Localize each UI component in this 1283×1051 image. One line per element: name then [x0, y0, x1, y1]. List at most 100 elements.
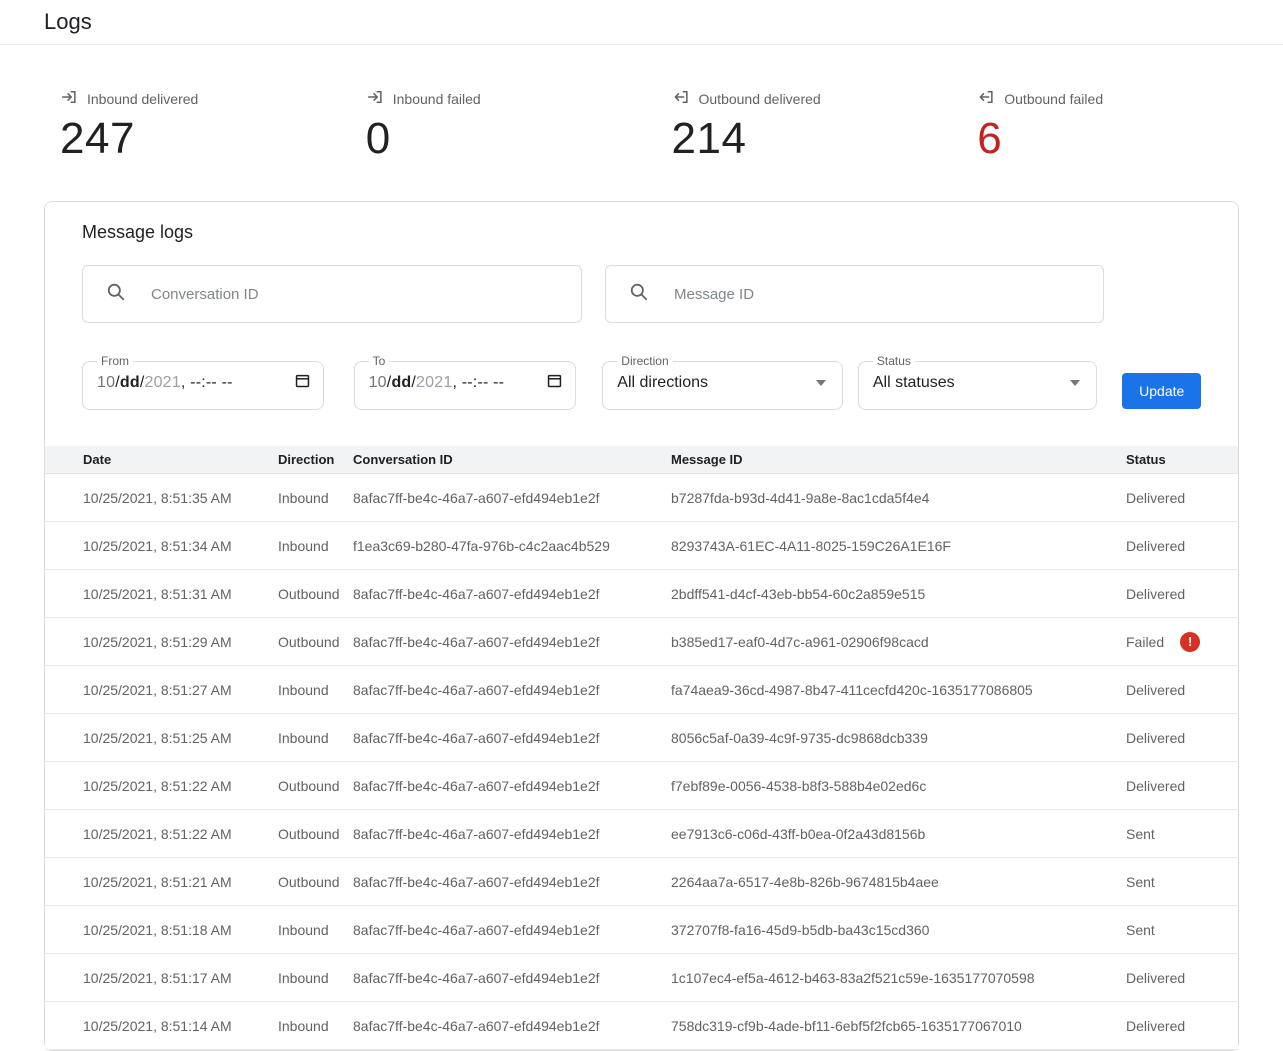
direction-cell: Outbound	[278, 778, 353, 794]
stat-inbound-delivered: Inbound delivered 247	[60, 88, 366, 163]
direction-cell: Inbound	[278, 922, 353, 938]
date-cell: 10/25/2021, 8:51:35 AM	[83, 490, 278, 506]
search-icon	[106, 282, 126, 307]
status-cell: Delivered	[1126, 778, 1238, 794]
filter-row: From 10/dd/2021, --:-- -- To 10/dd/2021,…	[82, 355, 1201, 410]
direction-cell: Inbound	[278, 538, 353, 554]
direction-cell: Inbound	[278, 1018, 353, 1034]
status-cell: Delivered	[1126, 1018, 1238, 1034]
table-row: 10/25/2021, 8:51:25 AM Inbound 8afac7ff-…	[45, 714, 1238, 762]
date-cell: 10/25/2021, 8:51:27 AM	[83, 682, 278, 698]
table-row: 10/25/2021, 8:51:22 AM Outbound 8afac7ff…	[45, 762, 1238, 810]
table-row: 10/25/2021, 8:51:14 AM Inbound 8afac7ff-…	[45, 1002, 1238, 1050]
conversation-id-input[interactable]	[149, 285, 565, 304]
direction-select[interactable]: Direction All directions	[602, 355, 843, 410]
conversation-id-cell: 8afac7ff-be4c-46a7-a607-efd494eb1e2f	[353, 586, 671, 602]
message-id-cell: f7ebf89e-0056-4538-b8f3-588b4e02ed6c	[671, 778, 1126, 794]
status-cell: Delivered	[1126, 682, 1238, 698]
message-id-input[interactable]	[672, 285, 1087, 304]
date-cell: 10/25/2021, 8:51:18 AM	[83, 922, 278, 938]
message-id-cell: 8056c5af-0a39-4c9f-9735-dc9868dcb339	[671, 730, 1126, 746]
status-select[interactable]: Status All statuses	[858, 355, 1098, 410]
message-logs-table: Date Direction Conversation ID Message I…	[45, 446, 1238, 1050]
top-bar: Logs	[0, 0, 1283, 45]
header-direction: Direction	[278, 452, 353, 467]
message-id-cell: 2264aa7a-6517-4e8b-826b-9674815b4aee	[671, 874, 1126, 890]
stat-value: 214	[672, 115, 978, 163]
calendar-icon[interactable]	[294, 372, 311, 394]
direction-cell: Inbound	[278, 970, 353, 986]
status-text: Failed	[1126, 634, 1164, 650]
date-cell: 10/25/2021, 8:51:25 AM	[83, 730, 278, 746]
table-row: 10/25/2021, 8:51:34 AM Inbound f1ea3c69-…	[45, 522, 1238, 570]
date-cell: 10/25/2021, 8:51:31 AM	[83, 586, 278, 602]
message-id-cell: b7287fda-b93d-4d41-9a8e-8ac1cda5f4e4	[671, 490, 1126, 506]
page-title: Logs	[44, 9, 92, 35]
status-text: Delivered	[1126, 1018, 1185, 1034]
status-text: Sent	[1126, 922, 1155, 938]
date-cell: 10/25/2021, 8:51:21 AM	[83, 874, 278, 890]
direction-label: Direction	[617, 355, 672, 367]
direction-cell: Inbound	[278, 730, 353, 746]
message-logs-card: Message logs From 10/dd/2021, --:-- --	[44, 201, 1239, 1051]
table-header: Date Direction Conversation ID Message I…	[45, 446, 1238, 474]
to-date-field[interactable]: To 10/dd/2021, --:-- --	[354, 355, 577, 410]
conversation-id-cell: 8afac7ff-be4c-46a7-a607-efd494eb1e2f	[353, 730, 671, 746]
direction-cell: Inbound	[278, 490, 353, 506]
outbound-icon	[977, 88, 995, 109]
chevron-down-icon	[816, 380, 826, 386]
status-cell: Sent	[1126, 874, 1238, 890]
to-date-value[interactable]: 10/dd/2021, --:-- --	[369, 374, 505, 392]
status-text: Delivered	[1126, 730, 1185, 746]
conversation-id-search[interactable]	[82, 265, 582, 323]
status-cell: Delivered	[1126, 490, 1238, 506]
direction-cell: Inbound	[278, 682, 353, 698]
status-cell: Failed !	[1126, 632, 1238, 652]
date-cell: 10/25/2021, 8:51:29 AM	[83, 634, 278, 650]
inbound-icon	[60, 88, 78, 109]
from-date-value[interactable]: 10/dd/2021, --:-- --	[97, 374, 233, 392]
date-cell: 10/25/2021, 8:51:22 AM	[83, 778, 278, 794]
table-row: 10/25/2021, 8:51:29 AM Outbound 8afac7ff…	[45, 618, 1238, 666]
status-cell: Delivered	[1126, 586, 1238, 602]
stat-value: 6	[977, 115, 1283, 163]
conversation-id-cell: 8afac7ff-be4c-46a7-a607-efd494eb1e2f	[353, 874, 671, 890]
stat-label: Outbound delivered	[699, 91, 821, 107]
stat-label: Inbound failed	[393, 91, 481, 107]
date-cell: 10/25/2021, 8:51:17 AM	[83, 970, 278, 986]
conversation-id-cell: 8afac7ff-be4c-46a7-a607-efd494eb1e2f	[353, 778, 671, 794]
from-label: From	[97, 355, 133, 367]
message-id-cell: 758dc319-cf9b-4ade-bf11-6ebf5f2fcb65-163…	[671, 1018, 1126, 1034]
calendar-icon[interactable]	[546, 372, 563, 394]
search-row	[82, 265, 1201, 323]
conversation-id-cell: 8afac7ff-be4c-46a7-a607-efd494eb1e2f	[353, 826, 671, 842]
status-text: Delivered	[1126, 586, 1185, 602]
message-id-cell: 2bdff541-d4cf-43eb-bb54-60c2a859e515	[671, 586, 1126, 602]
direction-cell: Outbound	[278, 874, 353, 890]
message-id-cell: fa74aea9-36cd-4987-8b47-411cecfd420c-163…	[671, 682, 1126, 698]
from-date-field[interactable]: From 10/dd/2021, --:-- --	[82, 355, 324, 410]
status-cell: Delivered	[1126, 970, 1238, 986]
conversation-id-cell: 8afac7ff-be4c-46a7-a607-efd494eb1e2f	[353, 970, 671, 986]
date-cell: 10/25/2021, 8:51:34 AM	[83, 538, 278, 554]
update-button[interactable]: Update	[1122, 373, 1201, 409]
conversation-id-cell: 8afac7ff-be4c-46a7-a607-efd494eb1e2f	[353, 682, 671, 698]
status-cell: Delivered	[1126, 538, 1238, 554]
status-text: Sent	[1126, 874, 1155, 890]
status-text: Sent	[1126, 826, 1155, 842]
search-icon	[629, 282, 649, 307]
inbound-icon	[366, 88, 384, 109]
table-row: 10/25/2021, 8:51:18 AM Inbound 8afac7ff-…	[45, 906, 1238, 954]
message-id-cell: 8293743A-61EC-4A11-8025-159C26A1E16F	[671, 538, 1126, 554]
table-body: 10/25/2021, 8:51:35 AM Inbound 8afac7ff-…	[45, 474, 1238, 1050]
date-cell: 10/25/2021, 8:51:22 AM	[83, 826, 278, 842]
status-cell: Sent	[1126, 922, 1238, 938]
message-id-search[interactable]	[605, 265, 1104, 323]
conversation-id-cell: 8afac7ff-be4c-46a7-a607-efd494eb1e2f	[353, 490, 671, 506]
direction-value: All directions	[617, 374, 708, 392]
table-row: 10/25/2021, 8:51:22 AM Outbound 8afac7ff…	[45, 810, 1238, 858]
table-row: 10/25/2021, 8:51:17 AM Inbound 8afac7ff-…	[45, 954, 1238, 1002]
to-label: To	[369, 355, 390, 367]
direction-cell: Outbound	[278, 586, 353, 602]
outbound-icon	[672, 88, 690, 109]
